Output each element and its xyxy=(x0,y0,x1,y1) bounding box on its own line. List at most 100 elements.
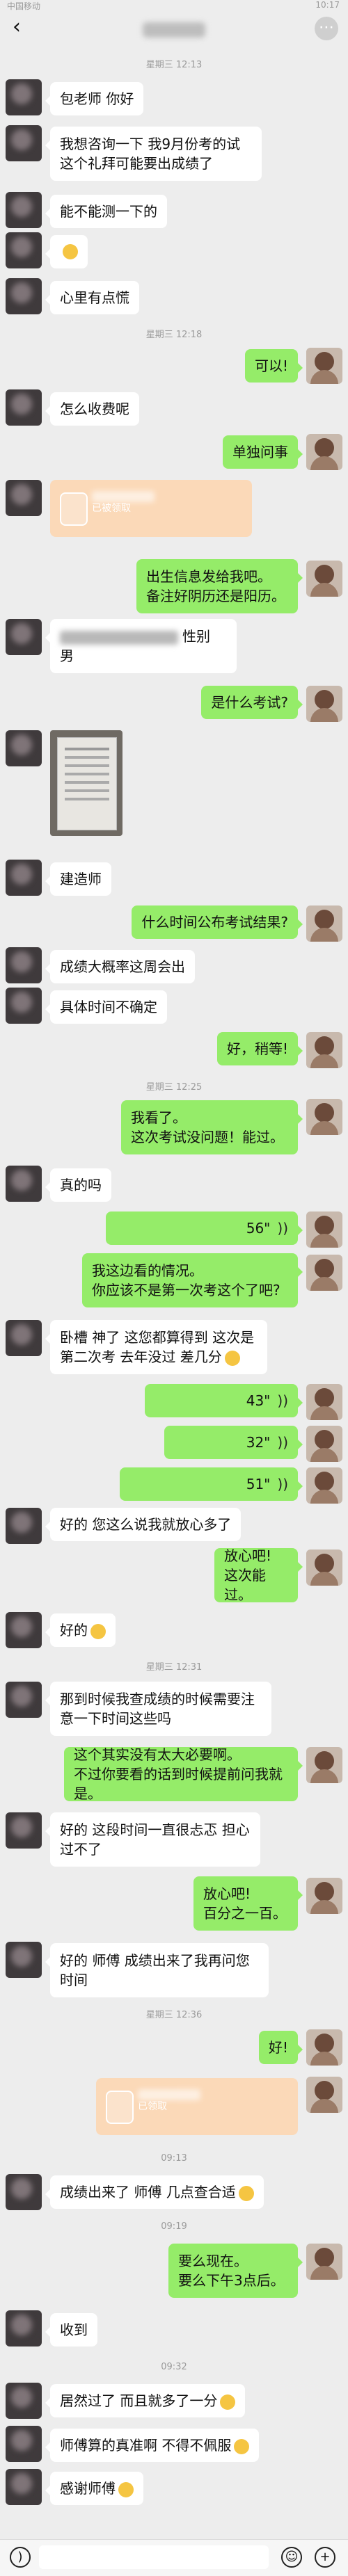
red-packet[interactable]: 已领取 xyxy=(96,2078,298,2135)
message-bubble[interactable]: 可以! xyxy=(244,349,303,383)
timestamp: 星期三 12:13 xyxy=(145,60,203,70)
voice-message[interactable]: 32")) xyxy=(164,1426,303,1459)
emoji-icon xyxy=(220,2394,236,2410)
avatar[interactable] xyxy=(6,947,42,983)
avatar[interactable] xyxy=(306,1467,342,1504)
message-bubble[interactable]: 心里有点慌 xyxy=(45,281,139,314)
timestamp: 星期三 12:31 xyxy=(145,1662,203,1673)
redacted-birth-info xyxy=(60,630,178,645)
message-bubble[interactable]: 收到 xyxy=(45,2313,97,2346)
message-bubble[interactable]: 具体时间不确定 xyxy=(45,990,167,1024)
avatar[interactable] xyxy=(306,1384,342,1420)
message-bubble[interactable]: 我想咨询一下 我9月份考的试 这个礼拜可能要出成绩了 xyxy=(45,127,262,181)
message-bubble[interactable]: 师傅算的真准啊 不得不佩服 xyxy=(45,2429,260,2462)
avatar[interactable] xyxy=(306,905,342,942)
avatar[interactable] xyxy=(306,348,342,384)
message-bubble[interactable]: 什么时间公布考试结果? xyxy=(132,905,303,939)
red-packet-icon xyxy=(106,2091,134,2124)
message-input[interactable] xyxy=(39,2545,269,2569)
avatar[interactable] xyxy=(6,1508,42,1544)
avatar[interactable] xyxy=(6,1612,42,1648)
avatar[interactable] xyxy=(306,1211,342,1248)
avatar[interactable] xyxy=(306,1878,342,1914)
message-bubble[interactable]: 成绩大概率这周会出 xyxy=(45,950,195,983)
avatar[interactable] xyxy=(306,561,342,597)
voice-message[interactable]: 43")) xyxy=(145,1384,303,1417)
avatar[interactable] xyxy=(306,2077,342,2113)
message-bubble[interactable]: 好! xyxy=(258,2031,303,2064)
message-bubble[interactable]: 这个其实没有太大必要啊。 不过你要看的话到时候提前问我就是。 xyxy=(64,1746,303,1802)
avatar[interactable] xyxy=(6,988,42,1024)
avatar[interactable] xyxy=(306,1032,342,1068)
avatar[interactable] xyxy=(6,1320,42,1356)
message-bubble[interactable]: 包老师 你好 xyxy=(45,82,144,115)
message-bubble[interactable]: 建造师 xyxy=(45,862,111,896)
avatar[interactable] xyxy=(306,2244,342,2280)
message-bubble[interactable]: 我这边看的情况。 你应该不是第一次考这个了吧? xyxy=(82,1253,303,1307)
emoji-icon xyxy=(90,1623,106,1639)
message-bubble[interactable]: 性别男 xyxy=(45,619,237,673)
message-bubble[interactable]: 成绩出来了 师傅 几点查合适 xyxy=(45,2175,264,2209)
red-packet[interactable]: 已被领取 xyxy=(50,480,252,537)
avatar[interactable] xyxy=(6,480,42,516)
message-bubble[interactable]: 那到时候我查成绩的时候需要注意一下时间这些吗 xyxy=(45,1682,271,1736)
avatar[interactable] xyxy=(6,1942,42,1978)
avatar[interactable] xyxy=(6,389,42,426)
avatar[interactable] xyxy=(6,232,42,268)
message-bubble[interactable]: 卧槽 神了 这您都算得到 这次是第二次考 去年没过 差几分 xyxy=(45,1320,267,1374)
message-bubble[interactable]: 单独问事 xyxy=(223,435,303,469)
status-bar: 中国移动 10:17 xyxy=(0,0,348,11)
message-bubble[interactable] xyxy=(45,235,88,268)
avatar[interactable] xyxy=(306,2029,342,2066)
more-icon[interactable]: ⋯ xyxy=(315,17,338,40)
avatar[interactable] xyxy=(6,1166,42,1202)
message-bubble[interactable]: 好的 师傅 成绩出来了我再问您时间 xyxy=(45,1943,269,1997)
avatar[interactable] xyxy=(306,1255,342,1291)
avatar[interactable] xyxy=(6,278,42,314)
avatar[interactable] xyxy=(306,1549,342,1586)
avatar[interactable] xyxy=(306,686,342,722)
voice-message[interactable]: 56")) xyxy=(106,1211,303,1245)
message-bubble[interactable]: 感谢师傅 xyxy=(45,2472,143,2505)
avatar[interactable] xyxy=(306,434,342,470)
avatar[interactable] xyxy=(306,1747,342,1783)
message-bubble[interactable]: 好，稍等! xyxy=(216,1032,303,1065)
avatar[interactable] xyxy=(6,125,42,161)
avatar[interactable] xyxy=(6,2174,42,2210)
voice-wave-icon: )) xyxy=(277,1220,288,1237)
voice-icon[interactable]: ) xyxy=(10,2547,31,2568)
avatar[interactable] xyxy=(6,79,42,115)
avatar[interactable] xyxy=(6,1682,42,1718)
message-bubble[interactable]: 出生信息发给我吧。 备注好阴历还是阳历。 xyxy=(136,559,303,613)
voice-message[interactable]: 51")) xyxy=(120,1467,303,1501)
message-bubble[interactable]: 好的 这段时间一直很忐忑 担心过不了 xyxy=(45,1812,260,1867)
certificate-image[interactable] xyxy=(50,730,122,836)
chevron-left-icon[interactable]: ‹ xyxy=(13,17,21,38)
avatar[interactable] xyxy=(6,860,42,896)
message-bubble[interactable]: 放心吧! 百分之一百。 xyxy=(193,1876,303,1931)
message-bubble[interactable]: 真的吗 xyxy=(45,1168,111,1202)
emoji-icon[interactable]: ☺ xyxy=(281,2547,302,2568)
message-bubble[interactable]: 好的 xyxy=(45,1613,116,1647)
avatar[interactable] xyxy=(6,730,42,766)
avatar[interactable] xyxy=(6,1812,42,1849)
avatar[interactable] xyxy=(6,192,42,228)
message-bubble[interactable]: 要么现在。 要么下午3点后。 xyxy=(168,2244,303,2298)
avatar[interactable] xyxy=(6,2383,42,2419)
timestamp: 09:32 xyxy=(161,2362,187,2372)
message-bubble[interactable]: 好的 您这么说我就放心多了 xyxy=(45,1508,242,1541)
avatar[interactable] xyxy=(6,2469,42,2505)
avatar[interactable] xyxy=(6,2426,42,2462)
avatar[interactable] xyxy=(6,619,42,655)
message-bubble[interactable]: 是什么考试? xyxy=(201,686,303,719)
avatar[interactable] xyxy=(6,2310,42,2346)
message-bubble[interactable]: 放心吧! 这次能过。 xyxy=(214,1547,303,1603)
avatar[interactable] xyxy=(306,1099,342,1135)
message-bubble[interactable]: 能不能测一下的 xyxy=(45,195,167,228)
message-bubble[interactable]: 居然过了 而且就多了一分 xyxy=(45,2384,246,2417)
message-bubble[interactable]: 怎么收费呢 xyxy=(45,392,139,426)
voice-wave-icon: )) xyxy=(277,1476,288,1492)
message-bubble[interactable]: 我看了。 这次考试没问题！能过。 xyxy=(121,1100,303,1154)
plus-icon[interactable]: + xyxy=(315,2547,335,2568)
avatar[interactable] xyxy=(306,1426,342,1462)
